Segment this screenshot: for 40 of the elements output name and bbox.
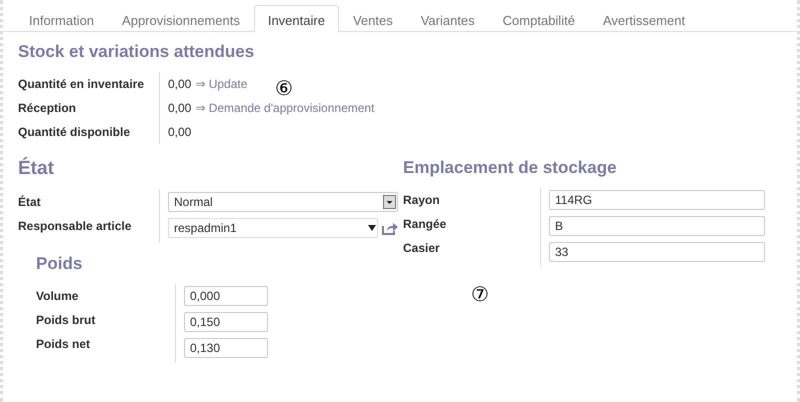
section-heading: Emplacement de stockage bbox=[403, 158, 618, 178]
field-label: État bbox=[18, 194, 42, 211]
field-label: Volume bbox=[36, 288, 80, 305]
section-heading: Poids bbox=[36, 254, 84, 274]
field-label: Rangée bbox=[403, 216, 448, 233]
section-heading: État bbox=[18, 158, 55, 180]
field-label: Quantité en inventaire bbox=[18, 76, 146, 93]
action-link[interactable]: ⇒ Update bbox=[195, 75, 248, 93]
input-field[interactable]: 0,150 bbox=[184, 312, 268, 332]
tab[interactable]: Inventaire bbox=[254, 5, 339, 32]
input-field[interactable]: 114RG bbox=[549, 190, 765, 210]
tab[interactable]: Variantes bbox=[406, 5, 489, 32]
caret-icon bbox=[383, 195, 396, 209]
field-label: Rayon bbox=[403, 192, 441, 209]
field-label: Quantité disponible bbox=[18, 124, 132, 141]
input-field[interactable]: 33 bbox=[549, 242, 765, 262]
select-field[interactable]: respadmin1 bbox=[168, 218, 378, 238]
tab[interactable]: Information bbox=[15, 5, 108, 32]
field-value: 0,00 bbox=[168, 76, 192, 93]
action-link[interactable]: ⇒ Demande d'approvisionnement bbox=[195, 99, 374, 117]
field-label: Poids net bbox=[36, 336, 92, 353]
section-heading: Stock et variations attendues bbox=[18, 42, 256, 62]
external-link-icon[interactable] bbox=[382, 223, 398, 235]
input-field[interactable]: 0,000 bbox=[184, 286, 268, 306]
caret-icon bbox=[368, 225, 376, 231]
field-value: 0,00 bbox=[168, 124, 192, 141]
field-label: Réception bbox=[18, 100, 78, 117]
tab[interactable]: Ventes bbox=[338, 5, 407, 32]
input-field[interactable]: 0,130 bbox=[184, 338, 268, 358]
tab[interactable]: Approvisionnements bbox=[108, 5, 254, 32]
field-label: Casier bbox=[403, 240, 441, 257]
input-field[interactable]: B bbox=[549, 216, 765, 236]
field-value: 0,00 bbox=[168, 100, 192, 117]
tab[interactable]: Comptabilité bbox=[488, 5, 589, 32]
tab[interactable]: Avertissement bbox=[588, 5, 700, 32]
field-label: Poids brut bbox=[36, 312, 96, 329]
callout-number: ⑥ bbox=[275, 76, 293, 100]
callout-number: ⑦ bbox=[471, 282, 489, 306]
select-field[interactable]: Normal bbox=[168, 192, 398, 212]
field-label: Responsable article bbox=[18, 218, 132, 235]
